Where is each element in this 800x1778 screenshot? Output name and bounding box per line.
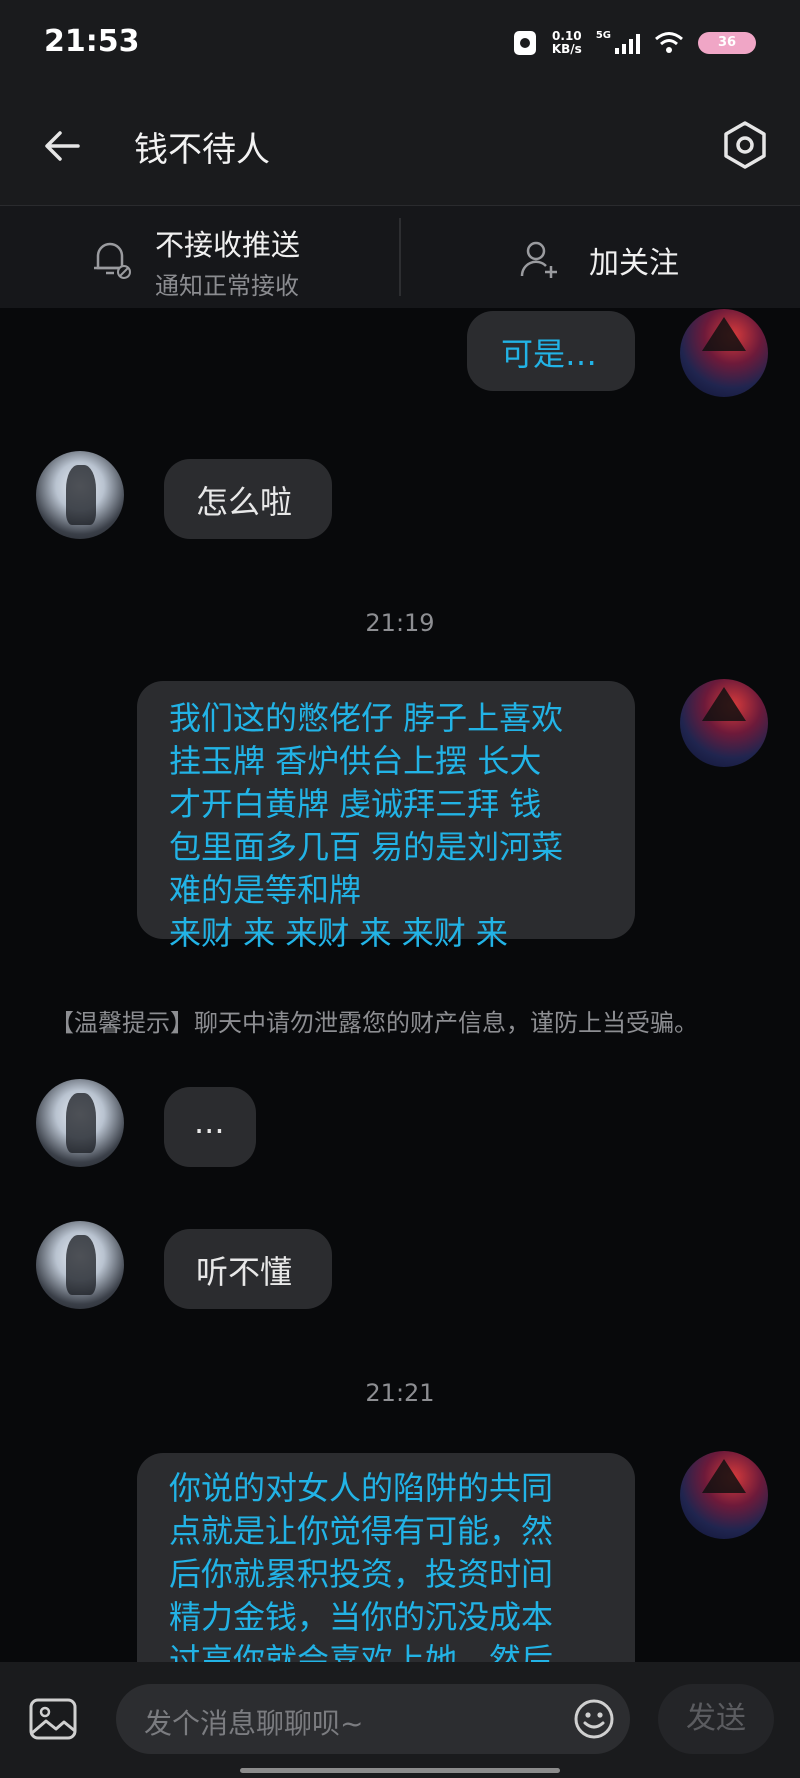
input-bar: 发个消息聊聊呗~ 发送 bbox=[0, 1662, 800, 1778]
bell-off-icon bbox=[94, 242, 131, 279]
status-bar: 21:53 0.10 KB/s 5G 36 bbox=[0, 0, 800, 90]
signal-icon bbox=[615, 32, 640, 54]
contact-avatar[interactable] bbox=[36, 451, 124, 539]
message-input[interactable]: 发个消息聊聊呗~ bbox=[116, 1684, 630, 1754]
message-bubble-mine[interactable]: 可是… bbox=[467, 311, 635, 391]
send-button[interactable]: 发送 bbox=[658, 1684, 774, 1754]
chat-header: 钱不待人 bbox=[0, 90, 800, 205]
contact-avatar[interactable] bbox=[36, 1221, 124, 1309]
message-input-placeholder: 发个消息聊聊呗~ bbox=[144, 1707, 364, 1740]
message-bubble-other[interactable]: 听不懂 bbox=[164, 1229, 332, 1309]
nfc-icon bbox=[513, 31, 536, 55]
back-arrow-icon[interactable] bbox=[40, 124, 84, 168]
status-icons: 0.10 KB/s 5G 36 bbox=[512, 26, 756, 60]
message-bubble-other[interactable]: ... bbox=[164, 1087, 256, 1167]
message-bubble-mine[interactable]: 你说的对女人的陷阱的共同 点就是让你觉得有可能，然 后你就累积投资，投资时间 精… bbox=[137, 1453, 635, 1662]
mute-notifications-toggle[interactable]: 不接收推送 通知正常接收 bbox=[0, 206, 400, 308]
message-bubble-other[interactable]: 怎么啦 bbox=[164, 459, 332, 539]
message-bubble-mine[interactable]: 我们这的憋佬仔 脖子上喜欢 挂玉牌 香炉供台上摆 长大 才开白黄牌 虔诚拜三拜 … bbox=[137, 681, 635, 952]
image-icon[interactable] bbox=[28, 1697, 78, 1741]
my-avatar[interactable] bbox=[680, 309, 768, 397]
timestamp: 21:21 bbox=[365, 1379, 435, 1407]
net-speed: 0.10 KB/s bbox=[551, 29, 582, 56]
safety-tip: 【温馨提示】聊天中请勿泄露您的财产信息，谨防上当受骗。 bbox=[50, 1009, 698, 1037]
action-bar: 不接收推送 通知正常接收 加关注 bbox=[0, 205, 800, 308]
add-user-icon bbox=[520, 241, 557, 278]
my-avatar[interactable] bbox=[680, 679, 768, 767]
chat-title: 钱不待人 bbox=[134, 130, 270, 170]
message-list[interactable]: 可是… 怎么啦 21:19 我们这的憋佬仔 脖子上喜欢 挂玉牌 香炉供台上摆 长… bbox=[0, 307, 800, 1662]
mute-title: 不接收推送 bbox=[155, 228, 301, 262]
emoji-icon[interactable] bbox=[572, 1697, 616, 1741]
wifi-icon bbox=[655, 32, 683, 53]
settings-icon[interactable] bbox=[720, 120, 770, 170]
battery-icon: 36 bbox=[698, 32, 756, 54]
follow-button[interactable]: 加关注 bbox=[401, 206, 800, 308]
contact-avatar[interactable] bbox=[36, 1079, 124, 1167]
timestamp: 21:19 bbox=[365, 609, 435, 637]
home-indicator[interactable] bbox=[240, 1768, 560, 1773]
follow-label: 加关注 bbox=[589, 246, 679, 281]
status-time: 21:53 bbox=[44, 24, 140, 59]
my-avatar[interactable] bbox=[680, 1451, 768, 1539]
network-type: 5G bbox=[595, 29, 611, 41]
mute-subtitle: 通知正常接收 bbox=[155, 272, 299, 300]
